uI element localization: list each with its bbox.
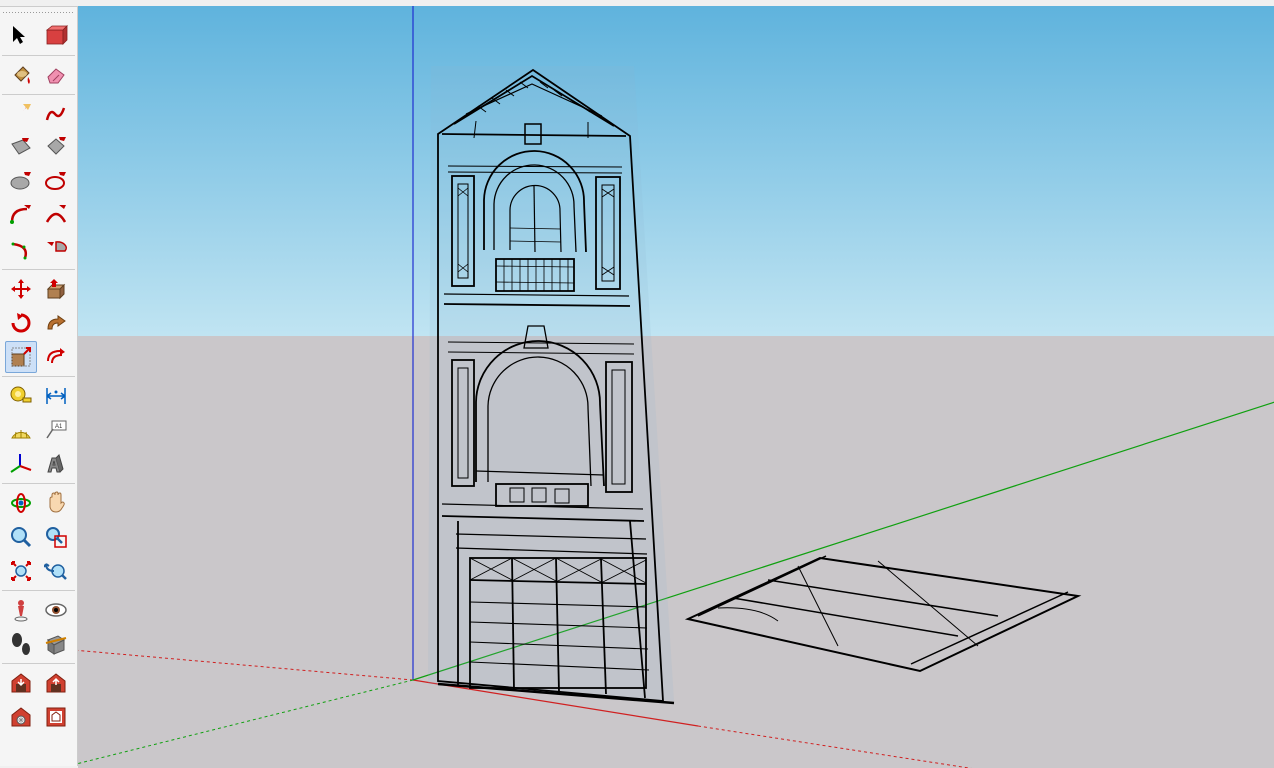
line-tool[interactable] <box>5 98 37 130</box>
section-plane-tool[interactable] <box>40 628 72 660</box>
follow-me-tool[interactable] <box>40 307 72 339</box>
freehand-tool[interactable] <box>40 98 72 130</box>
send-to-layout-tool[interactable] <box>40 701 72 733</box>
position-camera-tool[interactable] <box>5 594 37 626</box>
eraser-tool[interactable] <box>40 59 72 91</box>
pan-tool[interactable] <box>40 487 72 519</box>
arc-tool[interactable] <box>5 200 37 232</box>
walk-tool[interactable] <box>5 628 37 660</box>
scale-tool[interactable] <box>5 341 37 373</box>
tool-group-camera <box>2 484 75 591</box>
make-component-tool[interactable] <box>40 20 72 52</box>
tool-group-modify <box>2 56 75 95</box>
dimension-tool[interactable] <box>40 380 72 412</box>
rectangle-tool[interactable] <box>5 132 37 164</box>
paint-bucket-tool[interactable] <box>5 59 37 91</box>
extension-warehouse-tool[interactable] <box>5 701 37 733</box>
tool-group-drawing <box>2 95 75 270</box>
tape-measure-tool[interactable] <box>5 380 37 412</box>
zoom-window-tool[interactable] <box>40 521 72 553</box>
tool-group-edit <box>2 270 75 377</box>
svg-text:A1: A1 <box>55 424 63 430</box>
push-pull-tool[interactable] <box>40 273 72 305</box>
offset-tool[interactable] <box>40 341 72 373</box>
3d-warehouse-get-tool[interactable] <box>5 667 37 699</box>
3d-text-tool[interactable] <box>40 448 72 480</box>
large-toolset: A1 <box>0 6 78 766</box>
pie-tool[interactable] <box>40 234 72 266</box>
building-facade[interactable] <box>428 66 674 703</box>
toolbar-grip[interactable] <box>2 11 75 15</box>
ground <box>78 336 1274 768</box>
tool-group-warehouse <box>2 664 75 736</box>
polygon-tool[interactable] <box>40 166 72 198</box>
previous-view-tool[interactable] <box>40 555 72 587</box>
axes-tool[interactable] <box>5 448 37 480</box>
rotate-tool[interactable] <box>5 307 37 339</box>
move-tool[interactable] <box>5 273 37 305</box>
orbit-tool[interactable] <box>5 487 37 519</box>
3d-warehouse-share-tool[interactable] <box>40 667 72 699</box>
sky <box>78 6 1274 336</box>
3d-viewport[interactable] <box>78 6 1274 768</box>
tool-group-construction: A1 <box>2 377 75 484</box>
zoom-tool[interactable] <box>5 521 37 553</box>
zoom-extents-tool[interactable] <box>5 555 37 587</box>
circle-tool[interactable] <box>5 166 37 198</box>
look-around-tool[interactable] <box>40 594 72 626</box>
2-point-arc-tool[interactable] <box>40 200 72 232</box>
3-point-arc-tool[interactable] <box>5 234 37 266</box>
tool-group-principal <box>2 17 75 56</box>
protractor-tool[interactable] <box>5 414 37 446</box>
text-tool[interactable]: A1 <box>40 414 72 446</box>
rotated-rectangle-tool[interactable] <box>40 132 72 164</box>
select-tool[interactable] <box>5 20 37 52</box>
tool-group-walkthrough <box>2 591 75 664</box>
